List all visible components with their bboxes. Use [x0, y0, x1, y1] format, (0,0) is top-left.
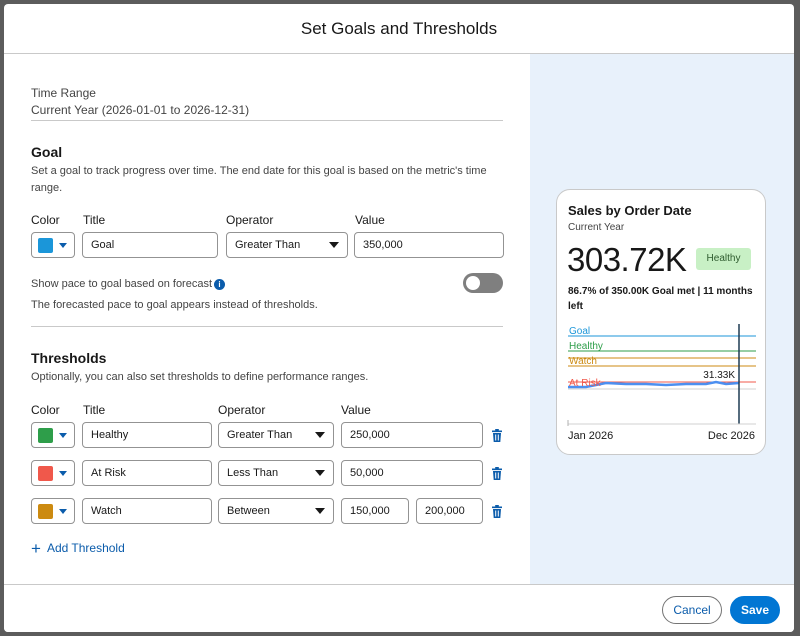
threshold-operator-select[interactable]: Between	[218, 498, 334, 524]
toggle-knob	[466, 276, 480, 290]
goal-title-input[interactable]: Goal	[82, 232, 218, 258]
threshold-color-picker[interactable]	[31, 422, 75, 448]
x-axis-end-label: Dec 2026	[707, 430, 755, 442]
trash-icon[interactable]	[491, 467, 503, 480]
threshold-value-header: Value	[341, 403, 371, 417]
chevron-down-icon	[59, 471, 67, 476]
healthy-line-label: Healthy	[569, 341, 603, 352]
card-title: Sales by Order Date	[568, 203, 692, 218]
pace-note: The forecasted pace to goal appears inst…	[31, 299, 318, 311]
chevron-down-icon	[315, 432, 325, 438]
threshold-operator-header: Operator	[218, 403, 266, 417]
threshold-operator-value: Less Than	[227, 467, 279, 479]
goal-operator-value: Greater Than	[235, 239, 301, 251]
dialog-title: Set Goals and Thresholds	[300, 19, 498, 38]
goal-color-picker[interactable]	[31, 232, 75, 258]
goal-operator-header: Operator	[226, 213, 274, 227]
dialog-header: Set Goals and Thresholds	[4, 4, 794, 54]
set-goals-dialog: Set Goals and Thresholds Time Range Curr…	[4, 4, 794, 632]
time-range-value: Current Year (2026-01-01 to 2026-12-31)	[31, 103, 250, 117]
add-icon: +	[31, 539, 41, 558]
goal-line-label: Goal	[569, 326, 590, 337]
threshold-title-input[interactable]: Healthy	[82, 422, 212, 448]
threshold-title-input[interactable]: Watch	[82, 498, 212, 524]
thresholds-description: Optionally, you can also set thresholds …	[31, 371, 369, 383]
threshold-color-swatch	[38, 504, 53, 519]
threshold-max-value-input[interactable]: 200,000	[416, 498, 483, 524]
dialog-footer: Cancel Save	[4, 584, 794, 632]
goal-color-header: Color	[31, 213, 60, 227]
threshold-color-swatch	[38, 428, 53, 443]
pace-to-goal-label: Show pace to goal based on forecast	[31, 278, 213, 290]
info-icon[interactable]: i	[214, 279, 225, 290]
threshold-color-picker[interactable]	[31, 460, 75, 486]
divider	[31, 326, 503, 327]
goal-color-swatch	[38, 238, 53, 253]
goal-summary-2: left	[568, 301, 583, 312]
chevron-down-icon	[59, 433, 67, 438]
preview-panel: Sales by Order Date Current Year 303.72K…	[530, 54, 794, 584]
goal-summary-1: 86.7% of 350.00K Goal met | 11 months	[568, 286, 753, 297]
threshold-value-input[interactable]: 50,000	[341, 460, 483, 486]
goal-value-input[interactable]: 350,000	[354, 232, 504, 258]
goal-settings-panel: Time Range Current Year (2026-01-01 to 2…	[4, 54, 530, 584]
add-threshold-label: Add Threshold	[46, 541, 125, 555]
threshold-color-picker[interactable]	[31, 498, 75, 524]
x-axis-start-label: Jan 2026	[568, 430, 614, 442]
divider	[31, 120, 503, 121]
current-value-label: 31.33K	[703, 370, 735, 381]
threshold-operator-value: Between	[227, 505, 270, 517]
trash-icon[interactable]	[491, 429, 503, 442]
metric-preview-card: Sales by Order Date Current Year 303.72K…	[556, 189, 766, 455]
chevron-down-icon	[59, 509, 67, 514]
goal-operator-select[interactable]: Greater Than	[226, 232, 348, 258]
goal-heading: Goal	[31, 144, 63, 160]
threshold-min-value-input[interactable]: 150,000	[341, 498, 409, 524]
goal-value-header: Value	[355, 213, 385, 227]
thresholds-heading: Thresholds	[31, 350, 107, 366]
threshold-color-header: Color	[31, 403, 60, 417]
chevron-down-icon	[329, 242, 339, 248]
status-badge: Healthy	[696, 248, 751, 270]
threshold-operator-select[interactable]: Greater Than	[218, 422, 334, 448]
threshold-operator-value: Greater Than	[227, 429, 293, 441]
chevron-down-icon	[315, 470, 325, 476]
threshold-color-swatch	[38, 466, 53, 481]
at-risk-line-label: At Risk	[569, 378, 602, 389]
threshold-value-input[interactable]: 250,000	[341, 422, 483, 448]
trash-icon[interactable]	[491, 505, 503, 518]
goal-description-1: Set a goal to track progress over time. …	[31, 165, 487, 177]
save-button[interactable]: Save	[730, 596, 780, 624]
watch-line-label: Watch	[569, 356, 597, 367]
add-threshold-button[interactable]: + Add Threshold	[31, 539, 125, 559]
time-range-label: Time Range	[31, 86, 96, 100]
pace-to-goal-toggle[interactable]	[463, 273, 503, 293]
cancel-button[interactable]: Cancel	[662, 596, 722, 624]
card-subtitle: Current Year	[568, 222, 625, 233]
threshold-title-header: Title	[83, 403, 106, 417]
metric-value: 303.72K	[567, 241, 687, 278]
sparkline-chart: Goal Healthy Watch At Risk 31.33K	[567, 324, 756, 426]
goal-description-2: range.	[31, 182, 63, 194]
chevron-down-icon	[315, 508, 325, 514]
threshold-title-input[interactable]: At Risk	[82, 460, 212, 486]
threshold-operator-select[interactable]: Less Than	[218, 460, 334, 486]
goal-title-header: Title	[83, 213, 106, 227]
chevron-down-icon	[59, 243, 67, 248]
